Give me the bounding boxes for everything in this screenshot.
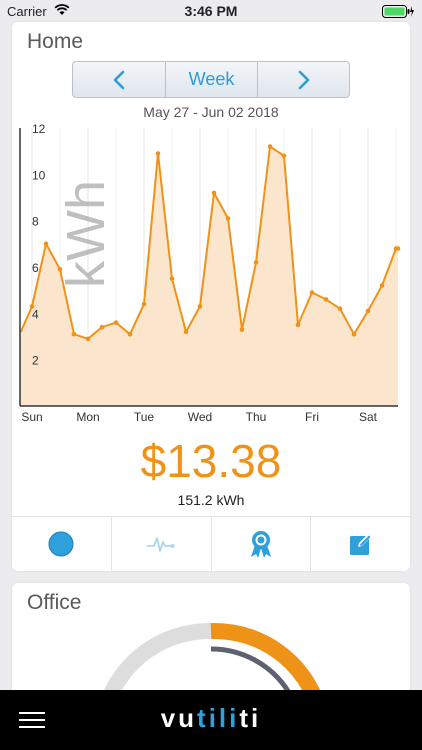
y-tick-label: 10 bbox=[32, 168, 46, 182]
y-tick-label: 2 bbox=[32, 354, 39, 368]
x-tick-label-tue: Tue bbox=[134, 410, 155, 422]
achievements-button[interactable] bbox=[210, 517, 311, 571]
data-point bbox=[395, 246, 401, 251]
logo-part-vu: vu bbox=[160, 703, 198, 733]
data-point bbox=[225, 216, 231, 221]
x-tick-label-sat: Sat bbox=[359, 410, 378, 422]
data-point bbox=[365, 308, 371, 314]
data-point bbox=[309, 290, 315, 295]
bottom-bar: vutiliti bbox=[0, 690, 422, 750]
data-point bbox=[281, 153, 287, 159]
logo-part-tili: tili bbox=[197, 703, 240, 733]
usage-chart[interactable]: 2 4 6 8 10 12 Sun Mon Tue Wed Thu Fri Sat kWh bbox=[12, 122, 410, 422]
y-tick-label: 4 bbox=[32, 307, 39, 321]
clock-time: 3:46 PM bbox=[184, 3, 238, 19]
data-point bbox=[113, 320, 119, 325]
edit-note-icon bbox=[349, 533, 372, 555]
award-ribbon-icon bbox=[250, 531, 271, 558]
data-point bbox=[211, 190, 217, 196]
data-point bbox=[267, 144, 273, 149]
period-week-button[interactable]: Week bbox=[165, 62, 257, 97]
data-point bbox=[183, 329, 189, 335]
status-bar: Carrier 3:46 PM bbox=[0, 0, 422, 22]
x-tick-label-fri: Fri bbox=[305, 410, 319, 422]
date-range: May 27 - Jun 02 2018 bbox=[143, 104, 279, 120]
data-point bbox=[239, 327, 245, 332]
battery-icon bbox=[382, 5, 414, 21]
period-segment-control: Week bbox=[72, 61, 350, 98]
pulse-icon bbox=[147, 537, 175, 552]
data-point bbox=[295, 322, 301, 328]
data-point bbox=[351, 331, 357, 337]
chevron-left-icon bbox=[113, 70, 125, 89]
data-point bbox=[337, 306, 343, 311]
next-period-button[interactable] bbox=[257, 62, 349, 97]
x-tick-label-mon: Mon bbox=[76, 410, 99, 422]
data-point bbox=[141, 301, 147, 307]
data-point bbox=[127, 331, 133, 337]
home-card: Home Week May 27 - Jun 02 2018 2 4 6 8 10 12 S… bbox=[12, 22, 410, 571]
data-point bbox=[379, 283, 385, 288]
previous-period-button[interactable] bbox=[73, 62, 165, 97]
activity-button[interactable] bbox=[110, 517, 211, 571]
action-bar bbox=[12, 516, 410, 571]
chevron-right-icon bbox=[298, 70, 309, 89]
data-point bbox=[323, 297, 329, 302]
data-point bbox=[155, 151, 161, 156]
x-tick-label-thu: Thu bbox=[246, 410, 267, 422]
cost-total: $13.38 bbox=[140, 435, 282, 487]
data-point bbox=[197, 304, 203, 309]
edit-button[interactable] bbox=[310, 517, 410, 571]
data-point bbox=[169, 276, 175, 281]
logo-part-ti: ti bbox=[239, 703, 262, 733]
period-label: Week bbox=[188, 69, 235, 89]
y-tick-label: 12 bbox=[32, 122, 46, 136]
y-axis-label: kWh bbox=[56, 180, 116, 288]
data-point bbox=[99, 324, 105, 330]
energy-total: 151.2 kWh bbox=[177, 492, 245, 508]
data-point bbox=[253, 260, 259, 265]
y-tick-label: 8 bbox=[32, 215, 39, 229]
vutiliti-logo: vutiliti bbox=[0, 703, 422, 734]
data-point bbox=[71, 331, 77, 337]
y-tick-label: 6 bbox=[32, 261, 39, 275]
x-tick-label-wed: Wed bbox=[188, 410, 212, 422]
x-tick-label-sun: Sun bbox=[21, 410, 42, 422]
home-title: Home bbox=[27, 30, 84, 53]
data-point bbox=[85, 336, 91, 342]
data-point bbox=[43, 241, 49, 247]
live-usage-button[interactable] bbox=[12, 517, 111, 571]
record-dot-icon bbox=[48, 531, 74, 557]
